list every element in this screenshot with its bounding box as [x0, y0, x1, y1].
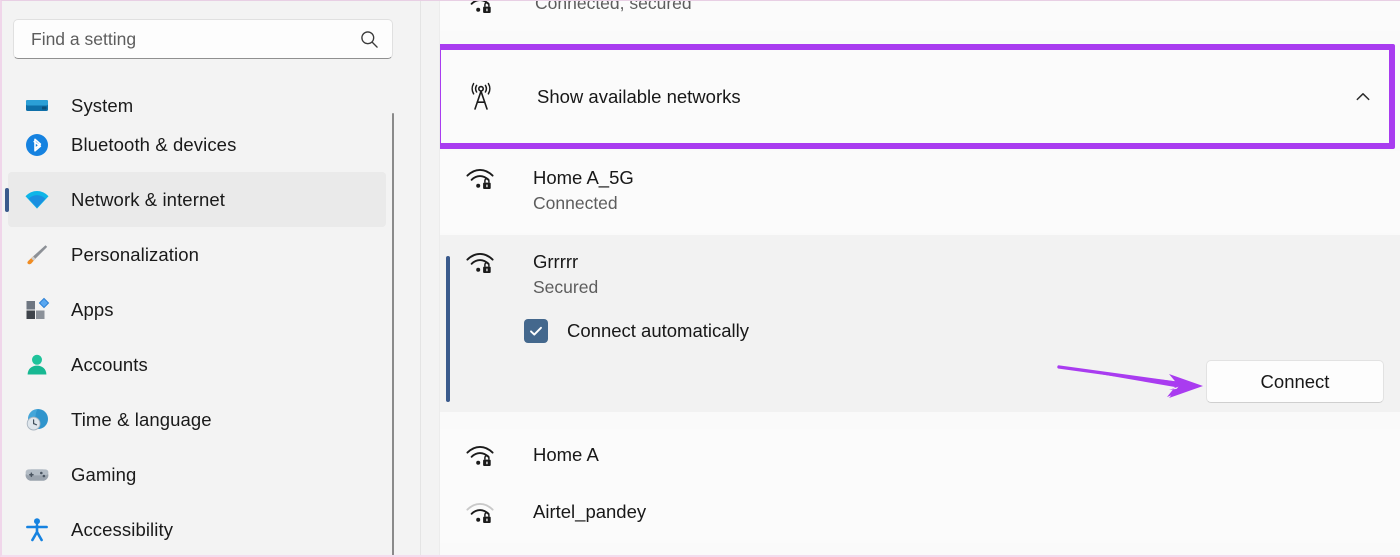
network-name: Home A_5G	[533, 167, 634, 188]
network-name: Home A	[533, 444, 599, 465]
apps-icon	[24, 297, 50, 323]
wifi-lock-icon	[466, 168, 494, 189]
connect-button[interactable]: Connect	[1206, 360, 1384, 403]
paintbrush-icon	[24, 242, 50, 268]
search-box[interactable]	[13, 19, 393, 59]
main-content: Connected, secured Show available networ…	[439, 1, 1400, 555]
search-container	[13, 19, 393, 59]
person-icon	[24, 352, 50, 378]
sidebar-item-system[interactable]: System	[2, 71, 394, 117]
connect-automatically-checkbox[interactable]	[524, 319, 548, 343]
network-row-home-a[interactable]: Home A	[440, 429, 1400, 486]
sidebar-item-label: Personalization	[71, 243, 199, 265]
bluetooth-icon	[24, 132, 50, 158]
sidebar-item-label: Accounts	[71, 353, 148, 375]
sidebar-item-label: Accessibility	[71, 518, 174, 540]
search-input[interactable]	[31, 28, 360, 50]
network-status: Secured	[533, 277, 599, 297]
sidebar-scrollbar[interactable]	[392, 113, 394, 555]
sidebar-item-label: Network & internet	[71, 188, 225, 210]
sidebar-nav: System Bluetooth & devices Network & int…	[2, 71, 394, 555]
network-text: Grrrrr Secured	[533, 249, 598, 301]
show-available-networks-label: Show available networks	[537, 86, 741, 107]
sidebar-item-label: Gaming	[71, 463, 137, 485]
sidebar: System Bluetooth & devices	[2, 1, 394, 555]
gamepad-icon	[24, 462, 50, 488]
network-status: Connected	[533, 193, 618, 213]
sidebar-item-personalization[interactable]: Personalization	[2, 227, 394, 282]
clock-globe-icon	[24, 407, 50, 433]
sidebar-item-accounts[interactable]: Accounts	[2, 337, 394, 392]
checkmark-icon	[530, 326, 542, 336]
wifi-lock-icon	[466, 252, 494, 273]
sidebar-item-accessibility[interactable]: Accessibility	[2, 502, 394, 555]
wifi-lock-icon	[466, 502, 494, 523]
network-name: Grrrrr	[533, 251, 579, 272]
sidebar-item-label: Bluetooth & devices	[71, 133, 237, 155]
network-text: Home A	[533, 442, 599, 467]
accessibility-icon	[24, 517, 50, 543]
show-available-networks-row[interactable]: Show available networks	[440, 47, 1400, 147]
wifi-lock-icon	[470, 1, 491, 13]
sidebar-item-label: System	[71, 95, 134, 116]
sidebar-item-apps[interactable]: Apps	[2, 282, 394, 337]
network-row-airtel-pandey[interactable]: Airtel_pandey	[440, 486, 1400, 543]
network-text: Airtel_pandey	[533, 499, 646, 524]
chevron-up-icon[interactable]	[1355, 89, 1371, 105]
connect-automatically-label: Connect automatically	[567, 320, 750, 341]
settings-window: System Bluetooth & devices	[0, 0, 1400, 557]
system-icon	[24, 91, 50, 117]
wifi-lock-icon	[466, 445, 494, 466]
sidebar-item-bluetooth-devices[interactable]: Bluetooth & devices	[2, 117, 394, 172]
sidebar-item-label: Apps	[71, 298, 114, 320]
network-name: Airtel_pandey	[533, 501, 647, 522]
sidebar-item-gaming[interactable]: Gaming	[2, 447, 394, 502]
broadcast-tower-icon	[471, 82, 491, 110]
network-status-text: Connected, secured	[535, 1, 692, 13]
network-row-partial[interactable]: Connected, secured	[440, 1, 1400, 31]
network-row-grrrrr[interactable]: Grrrrr Secured Connect automatically Con…	[440, 235, 1400, 412]
sidebar-item-time-language[interactable]: Time & language	[2, 392, 394, 447]
search-icon[interactable]	[360, 30, 379, 49]
network-text: Home A_5G Connected	[533, 165, 634, 217]
connect-automatically-row[interactable]: Connect automatically	[524, 319, 749, 343]
sidebar-item-network-internet[interactable]: Network & internet	[8, 172, 386, 227]
sidebar-item-label: Time & language	[71, 408, 212, 430]
sidebar-divider	[420, 1, 421, 555]
wifi-icon	[24, 187, 50, 213]
network-row-home-a-5g[interactable]: Home A_5G Connected	[440, 151, 1400, 233]
